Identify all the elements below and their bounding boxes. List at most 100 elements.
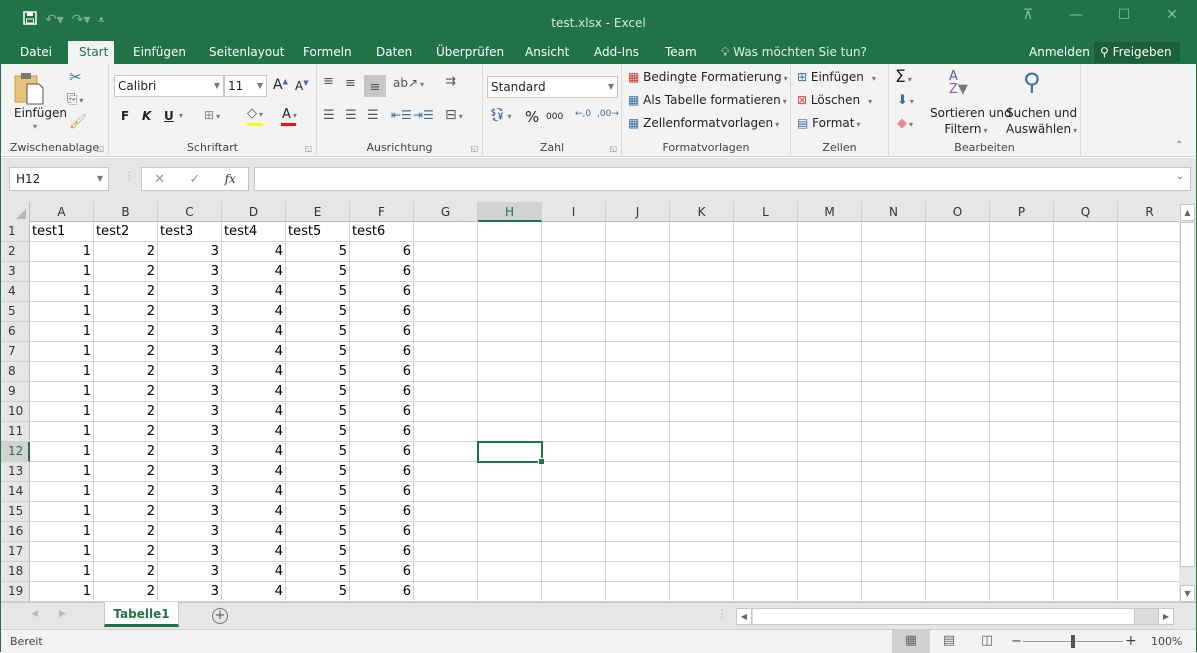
cell-m17[interactable] <box>798 542 862 562</box>
row-header-17[interactable]: 17 <box>1 542 30 562</box>
cell-n10[interactable] <box>862 402 926 422</box>
cell-b6[interactable]: 2 <box>94 322 158 342</box>
cell-r6[interactable] <box>1118 322 1179 342</box>
cell-r9[interactable] <box>1118 382 1179 402</box>
cell-d2[interactable]: 4 <box>222 242 286 262</box>
cell-k17[interactable] <box>670 542 734 562</box>
cell-i17[interactable] <box>542 542 606 562</box>
cell-b12[interactable]: 2 <box>94 442 158 462</box>
cell-d16[interactable]: 4 <box>222 522 286 542</box>
cell-e19[interactable]: 5 <box>286 582 350 602</box>
cell-o19[interactable] <box>926 582 990 602</box>
cell-n14[interactable] <box>862 482 926 502</box>
cell-e8[interactable]: 5 <box>286 362 350 382</box>
cell-a15[interactable]: 1 <box>30 502 94 522</box>
row-header-4[interactable]: 4 <box>1 282 30 302</box>
row-header-18[interactable]: 18 <box>1 562 30 582</box>
cell-e17[interactable]: 5 <box>286 542 350 562</box>
cell-a8[interactable]: 1 <box>30 362 94 382</box>
row-header-3[interactable]: 3 <box>1 262 30 282</box>
cell-g5[interactable] <box>414 302 478 322</box>
active-cell-selection[interactable] <box>477 441 545 465</box>
sheet-nav-next-icon[interactable]: ▶ <box>59 609 66 619</box>
cell-j8[interactable] <box>606 362 670 382</box>
cell-e14[interactable]: 5 <box>286 482 350 502</box>
insert-cells-button[interactable]: ⊞ Einfügen ▾ <box>797 70 876 84</box>
cell-k5[interactable] <box>670 302 734 322</box>
row-header-16[interactable]: 16 <box>1 522 30 542</box>
borders-icon[interactable]: ⊞ ▾ <box>204 108 220 122</box>
cell-d17[interactable]: 4 <box>222 542 286 562</box>
cell-b17[interactable]: 2 <box>94 542 158 562</box>
cell-a2[interactable]: 1 <box>30 242 94 262</box>
cell-e12[interactable]: 5 <box>286 442 350 462</box>
cell-q1[interactable] <box>1054 222 1118 242</box>
cell-h8[interactable] <box>478 362 542 382</box>
cell-n11[interactable] <box>862 422 926 442</box>
cancel-entry-icon[interactable]: ✕ <box>154 172 165 187</box>
confirm-entry-icon[interactable]: ✓ <box>189 172 200 187</box>
cell-b8[interactable]: 2 <box>94 362 158 382</box>
cell-n12[interactable] <box>862 442 926 462</box>
cell-a10[interactable]: 1 <box>30 402 94 422</box>
cell-r19[interactable] <box>1118 582 1179 602</box>
cell-e11[interactable]: 5 <box>286 422 350 442</box>
cell-d13[interactable]: 4 <box>222 462 286 482</box>
cell-p18[interactable] <box>990 562 1054 582</box>
cell-m6[interactable] <box>798 322 862 342</box>
cell-g3[interactable] <box>414 262 478 282</box>
formula-bar-grip-icon[interactable]: ⋮ <box>124 171 134 182</box>
cell-a9[interactable]: 1 <box>30 382 94 402</box>
cell-h5[interactable] <box>478 302 542 322</box>
cell-m5[interactable] <box>798 302 862 322</box>
cell-g15[interactable] <box>414 502 478 522</box>
cell-e16[interactable]: 5 <box>286 522 350 542</box>
cell-p6[interactable] <box>990 322 1054 342</box>
cell-q17[interactable] <box>1054 542 1118 562</box>
cell-q8[interactable] <box>1054 362 1118 382</box>
maximize-icon[interactable]: ☐ <box>1100 7 1148 23</box>
cell-a18[interactable]: 1 <box>30 562 94 582</box>
cell-j15[interactable] <box>606 502 670 522</box>
cell-o16[interactable] <box>926 522 990 542</box>
align-middle-icon[interactable]: ≡ <box>345 76 356 91</box>
align-top-icon[interactable]: ≡ <box>323 74 334 89</box>
cut-icon[interactable]: ✂ <box>69 68 82 86</box>
cell-g11[interactable] <box>414 422 478 442</box>
tab-ueberpruefen[interactable]: Überprüfen <box>426 41 514 64</box>
collapse-ribbon-icon[interactable]: ⌃ <box>1175 140 1183 151</box>
cell-a3[interactable]: 1 <box>30 262 94 282</box>
cell-o1[interactable] <box>926 222 990 242</box>
cell-l12[interactable] <box>734 442 798 462</box>
cell-c14[interactable]: 3 <box>158 482 222 502</box>
cell-i7[interactable] <box>542 342 606 362</box>
cell-c17[interactable]: 3 <box>158 542 222 562</box>
cell-m2[interactable] <box>798 242 862 262</box>
cell-c3[interactable]: 3 <box>158 262 222 282</box>
cell-n5[interactable] <box>862 302 926 322</box>
cell-b16[interactable]: 2 <box>94 522 158 542</box>
cell-n6[interactable] <box>862 322 926 342</box>
cell-p5[interactable] <box>990 302 1054 322</box>
cell-h18[interactable] <box>478 562 542 582</box>
column-header-q[interactable]: Q <box>1054 202 1118 222</box>
font-launcher-icon[interactable]: ◱ <box>304 144 312 153</box>
cell-d5[interactable]: 4 <box>222 302 286 322</box>
cell-i16[interactable] <box>542 522 606 542</box>
cell-i19[interactable] <box>542 582 606 602</box>
sheet-tab-tabelle1[interactable]: Tabelle1 <box>104 602 179 627</box>
cell-p8[interactable] <box>990 362 1054 382</box>
cell-g13[interactable] <box>414 462 478 482</box>
cell-o8[interactable] <box>926 362 990 382</box>
cell-a12[interactable]: 1 <box>30 442 94 462</box>
cell-m16[interactable] <box>798 522 862 542</box>
cell-g16[interactable] <box>414 522 478 542</box>
cell-i8[interactable] <box>542 362 606 382</box>
cell-d3[interactable]: 4 <box>222 262 286 282</box>
row-header-11[interactable]: 11 <box>1 422 30 442</box>
cell-h13[interactable] <box>478 462 542 482</box>
column-header-m[interactable]: M <box>798 202 862 222</box>
cell-c18[interactable]: 3 <box>158 562 222 582</box>
cell-l11[interactable] <box>734 422 798 442</box>
cell-j4[interactable] <box>606 282 670 302</box>
